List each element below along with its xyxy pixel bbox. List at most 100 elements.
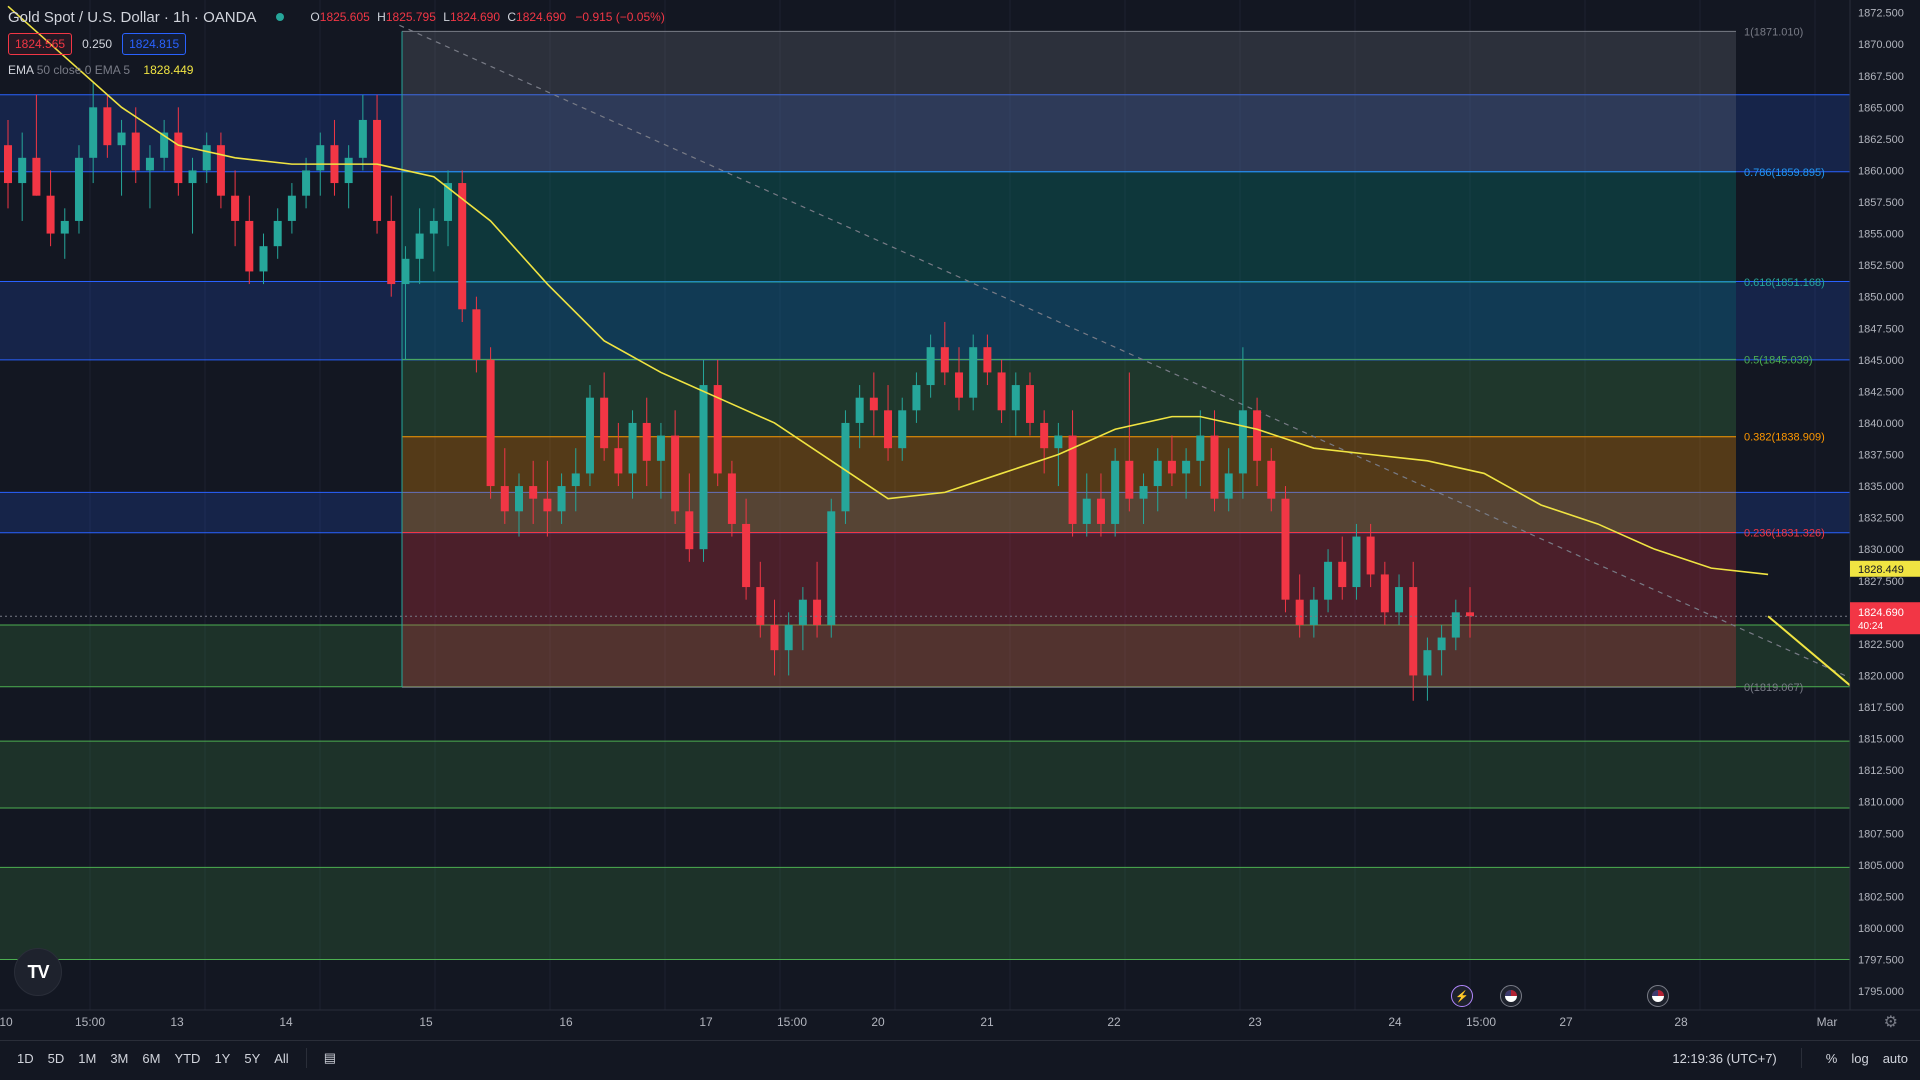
auto-toggle[interactable]: auto (1883, 1051, 1908, 1066)
candle-body (585, 397, 594, 474)
symbol-title[interactable]: Gold Spot / U.S. Dollar · 1h · OANDA (8, 9, 256, 26)
timeframe-3m[interactable]: 3M (103, 1051, 135, 1066)
fib-level-label: 0.5(1845.039) (1744, 354, 1813, 366)
timeframe-ytd[interactable]: YTD (167, 1051, 207, 1066)
candle-body (1238, 410, 1247, 474)
candle-body (514, 486, 523, 512)
candle-body (784, 624, 793, 651)
x-tick-label: 10 (0, 1015, 13, 1029)
candle-body (32, 157, 41, 196)
status-right: 12:19:36 (UTC+7) % log auto (1672, 1041, 1908, 1075)
symbol-header: Gold Spot / U.S. Dollar · 1h · OANDA O18… (8, 6, 665, 28)
x-tick-label: Mar (1817, 1015, 1838, 1029)
x-tick-label: 22 (1107, 1015, 1121, 1029)
percent-toggle[interactable]: % (1826, 1051, 1838, 1066)
us-event-flag-icon[interactable] (1500, 985, 1522, 1007)
x-tick-label: 27 (1559, 1015, 1573, 1029)
chart-settings-gear-icon[interactable]: ⚙ (1884, 1012, 1898, 1032)
candle-body (940, 347, 949, 373)
ohlc-readout: O1825.605 H1825.795 L1824.690 C1824.690 … (310, 10, 665, 24)
timeframe-1m[interactable]: 1M (71, 1051, 103, 1066)
date-range-calendar-icon[interactable]: ▤ (317, 1050, 343, 1066)
y-tick-label: 1832.500 (1858, 513, 1904, 525)
candle-body (344, 157, 353, 184)
candle-body (1096, 498, 1105, 524)
candle-body (1210, 435, 1219, 499)
fib-level-label: 1(1871.010) (1744, 26, 1803, 38)
candle-body (117, 132, 126, 146)
candle-body (202, 145, 211, 171)
x-tick-label: 15:00 (75, 1015, 105, 1029)
candle-body (1167, 460, 1176, 474)
candle-body (557, 486, 566, 512)
fib-band (402, 171, 1736, 282)
us-event-flag-icon[interactable] (1647, 985, 1669, 1007)
candle-body (543, 498, 552, 512)
change-value: −0.915 (−0.05%) (575, 10, 665, 24)
y-tick-label: 1865.000 (1858, 102, 1904, 114)
candle-body (869, 397, 878, 411)
timeframe-1d[interactable]: 1D (10, 1051, 41, 1066)
y-tick-label: 1855.000 (1858, 229, 1904, 241)
candle-body (571, 473, 580, 487)
candle-body (969, 347, 978, 398)
timeframe-6m[interactable]: 6M (135, 1051, 167, 1066)
candle-body (1281, 498, 1290, 600)
candle-body (472, 309, 481, 360)
candle-body (656, 435, 665, 461)
y-tick-label: 1807.500 (1858, 828, 1904, 840)
candle-body (1409, 587, 1418, 676)
candle-body (429, 220, 438, 234)
fib-level-label: 0(1819.067) (1744, 682, 1803, 694)
y-tick-label: 1815.000 (1858, 734, 1904, 746)
candle-body (1267, 460, 1276, 499)
y-tick-label: 1870.000 (1858, 39, 1904, 51)
timeframe-5d[interactable]: 5D (41, 1051, 72, 1066)
x-tick-label: 24 (1388, 1015, 1402, 1029)
candle-body (1338, 561, 1347, 588)
y-tick-label: 1860.000 (1858, 165, 1904, 177)
clock-readout[interactable]: 12:19:36 (UTC+7) (1672, 1051, 1776, 1066)
log-toggle[interactable]: log (1851, 1051, 1868, 1066)
y-tick-label: 1845.000 (1858, 355, 1904, 367)
y-tick-label: 1822.500 (1858, 639, 1904, 651)
candle-body (855, 397, 864, 423)
candle-body (727, 473, 736, 524)
timeframe-1y[interactable]: 1Y (207, 1051, 237, 1066)
candle-body (685, 511, 694, 550)
zone-demand (0, 741, 1850, 808)
candle-body (188, 170, 197, 184)
candle-body (798, 599, 807, 625)
open-value: 1825.605 (319, 10, 370, 24)
candle-body (216, 145, 225, 196)
candle-body (1352, 536, 1361, 588)
fib-level-label: 0.618(1851.168) (1744, 277, 1825, 289)
timeframe-5y[interactable]: 5Y (237, 1051, 267, 1066)
candle-body (1182, 460, 1191, 474)
y-tick-label: 1837.500 (1858, 450, 1904, 462)
fib-band (402, 31, 1736, 172)
lightning-event-icon[interactable]: ⚡ (1451, 985, 1473, 1007)
candle-body (174, 132, 183, 184)
candle-body (18, 157, 27, 184)
last-price-countdown: 40:24 (1858, 621, 1883, 632)
sell-button[interactable]: 1824.565 (8, 33, 73, 55)
ema-legend[interactable]: EMA 50 close 0 EMA 5 1828.449 (8, 63, 193, 77)
candle-body (4, 145, 12, 184)
price-chart[interactable]: 1(1871.010) 0.786(1859.895) 0.618(1851.168… (0, 0, 1920, 1080)
x-tick-label: 16 (559, 1015, 573, 1029)
candle-body (1366, 536, 1375, 575)
candle-body (89, 107, 98, 158)
tradingview-logo-icon[interactable]: TV (14, 948, 62, 996)
candle-body (628, 422, 637, 474)
candle-body (1011, 385, 1020, 411)
candle-body (671, 435, 680, 512)
timeframe-all[interactable]: All (267, 1051, 295, 1066)
candle-body (415, 233, 424, 259)
y-tick-label: 1850.000 (1858, 292, 1904, 304)
x-tick-label: 28 (1674, 1015, 1688, 1029)
buy-button[interactable]: 1824.815 (122, 33, 187, 55)
candle-body (74, 157, 83, 221)
y-tick-label: 1810.000 (1858, 797, 1904, 809)
candle-body (1466, 612, 1474, 617)
